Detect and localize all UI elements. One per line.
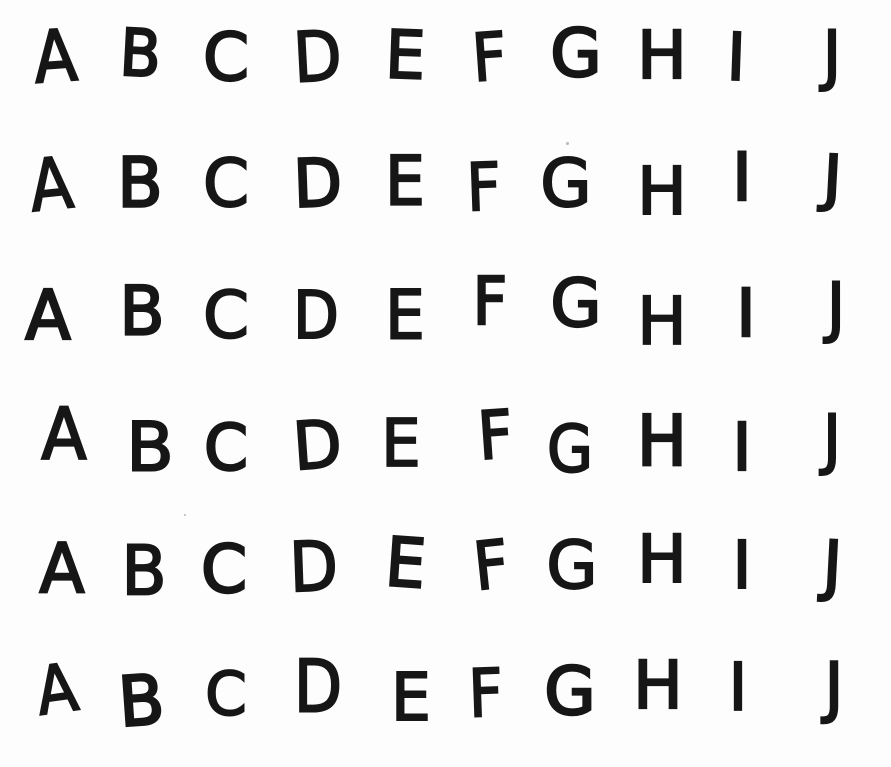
handwritten-letter-e: E (382, 522, 430, 606)
handwritten-letter-d: D (290, 15, 344, 100)
handwritten-letter-f: F (469, 524, 513, 606)
handwriting-sheet: ABCDEFGHIJABCDEFGHIJABCDEFGHIJABCDEFGHIJ… (0, 0, 891, 767)
handwritten-letter-c: C (202, 144, 250, 223)
handwritten-letter-a: A (40, 392, 87, 477)
handwritten-letter-h: H (636, 16, 688, 95)
letter-row: ABCDEFGHIJ (0, 520, 891, 632)
handwritten-letter-g: G (549, 14, 603, 94)
handwritten-letter-j: J (826, 268, 846, 347)
handwritten-letter-g: G (543, 652, 597, 732)
handwritten-letter-e: E (384, 141, 426, 222)
handwritten-letter-h: H (632, 646, 684, 725)
handwritten-letter-f: F (464, 148, 503, 228)
handwritten-letter-a: A (24, 140, 77, 229)
handwritten-letter-d: D (287, 525, 340, 609)
handwritten-letter-c: C (200, 530, 248, 609)
handwritten-letter-e: E (384, 275, 426, 356)
handwritten-letter-i: I (731, 526, 752, 605)
handwritten-letter-i: I (731, 408, 753, 487)
handwritten-letter-b: B (120, 530, 167, 612)
handwritten-letter-d: D (292, 276, 340, 355)
handwritten-letter-g: G (545, 526, 598, 605)
handwritten-letter-e: E (390, 658, 432, 737)
handwritten-letter-d: D (290, 404, 346, 486)
handwritten-letter-g: G (549, 264, 602, 343)
handwritten-letter-j: J (820, 140, 845, 215)
handwritten-letter-c: C (202, 277, 250, 354)
handwritten-letter-d: D (293, 643, 343, 730)
letter-row: ABCDEFGHIJ (0, 643, 891, 758)
handwritten-letter-i: I (724, 18, 748, 98)
letter-row: ABCDEFGHIJ (0, 392, 891, 506)
handwritten-letter-a: A (24, 275, 72, 356)
handwritten-letter-h: H (636, 520, 688, 599)
handwritten-letter-b: B (115, 658, 168, 744)
handwritten-letter-f: F (472, 262, 509, 342)
letter-row: ABCDEFGHIJ (0, 13, 891, 128)
handwritten-letter-b: B (125, 407, 175, 488)
handwritten-letter-j: J (824, 648, 845, 727)
handwritten-letter-i: I (727, 648, 748, 727)
handwritten-letter-a: A (38, 528, 85, 610)
handwritten-letter-f: F (466, 653, 505, 733)
handwritten-letter-j: J (822, 16, 842, 95)
handwritten-letter-f: F (469, 17, 510, 98)
paper-speck (184, 514, 186, 516)
handwritten-letter-f: F (475, 395, 517, 476)
handwritten-letter-d: D (291, 143, 344, 224)
handwritten-letter-e: E (380, 404, 421, 483)
handwritten-letter-c: C (202, 18, 250, 97)
handwritten-letter-h: H (636, 152, 688, 231)
handwritten-letter-b: B (118, 271, 165, 352)
handwritten-letter-a: A (30, 648, 83, 732)
handwritten-letter-j: J (822, 400, 842, 479)
handwritten-letter-i: I (731, 138, 753, 218)
handwritten-letter-b: B (116, 142, 164, 225)
handwritten-letter-i: I (735, 274, 757, 353)
handwritten-letter-h: H (636, 282, 687, 361)
letter-row: ABCDEFGHIJ (0, 262, 891, 378)
handwritten-letter-e: E (383, 15, 428, 96)
handwritten-letter-g: G (539, 144, 592, 223)
handwritten-letter-b: B (117, 14, 164, 94)
letter-row: ABCDEFGHIJ (0, 138, 891, 252)
handwritten-letter-c: C (204, 659, 247, 730)
handwritten-letter-c: C (203, 410, 249, 486)
handwritten-letter-g: G (546, 411, 594, 488)
handwritten-letter-a: A (30, 13, 81, 101)
handwritten-letter-j: J (820, 525, 845, 605)
handwritten-letter-h: H (636, 399, 688, 483)
